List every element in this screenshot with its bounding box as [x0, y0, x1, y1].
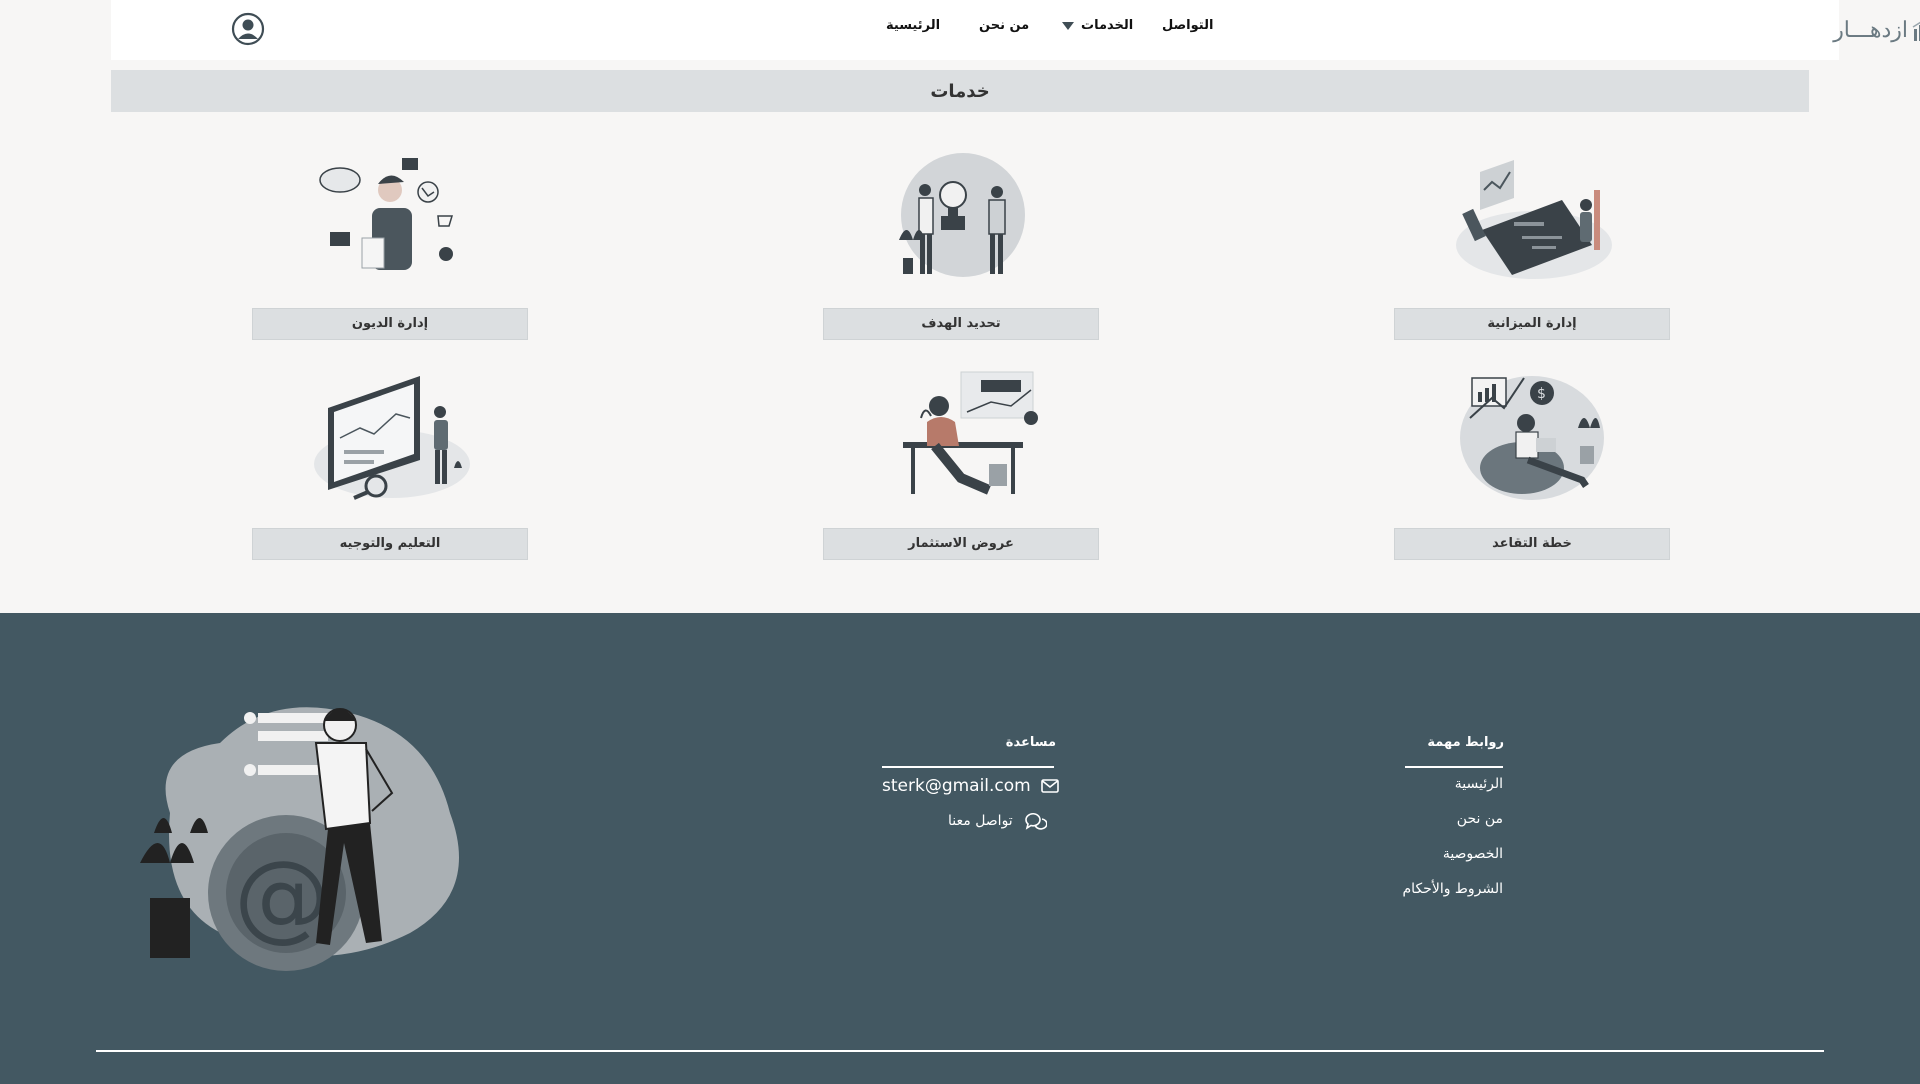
footer-link-about[interactable]: من نحن [1457, 811, 1503, 827]
service-label-debt: إدارة الديون [252, 308, 528, 340]
debt-illustration-icon [319, 158, 454, 270]
page-footer: @ روابط مهمة الرئيسية من نحن الخصوصية ال… [0, 613, 1920, 1084]
footer-contact-us-text: تواصل معنا [948, 813, 1013, 829]
service-card-debt[interactable]: إدارة الديون [252, 150, 528, 342]
svg-text:@: @ [234, 840, 330, 952]
education-illustration-icon [314, 376, 470, 500]
service-label-education: التعليم والتوجيه [252, 528, 528, 560]
help-column-title: مساعدة [1005, 735, 1056, 750]
links-column-title: روابط مهمة [1427, 735, 1504, 750]
nav-services-dropdown[interactable]: الخدمات [1061, 18, 1133, 33]
budget-illustration-icon [1456, 160, 1612, 279]
chat-bubbles-icon [1024, 812, 1047, 830]
footer-link-terms[interactable]: الشروط والأحكام [1403, 881, 1503, 897]
nav-home[interactable]: الرئيسية [886, 18, 940, 33]
service-card-budget[interactable]: إدارة الميزانية [1394, 150, 1670, 342]
bar-chart-logo-icon [1912, 21, 1920, 41]
help-column-divider [882, 766, 1054, 768]
footer-email-link[interactable]: sterk@gmail.com [882, 776, 1059, 796]
service-label-budget: إدارة الميزانية [1394, 308, 1670, 340]
nav-contact[interactable]: التواصل [1162, 18, 1213, 33]
svg-text:$: $ [1537, 386, 1546, 402]
goal-setting-illustration-icon [899, 153, 1025, 277]
footer-link-privacy[interactable]: الخصوصية [1443, 846, 1503, 862]
footer-link-home[interactable]: الرئيسية [1455, 776, 1503, 792]
nav-services-label: الخدمات [1081, 18, 1134, 33]
page-title: خدمات [930, 80, 990, 102]
service-card-investment[interactable]: عروض الاستثمار [823, 368, 1099, 560]
logo-text: ازدهـــار [1833, 17, 1908, 43]
nav-about[interactable]: من نحن [979, 18, 1029, 33]
email-contact-illustration-icon: @ [140, 707, 460, 971]
caret-down-icon [1062, 21, 1074, 30]
service-card-retirement[interactable]: $ خطة التقاعد [1394, 368, 1670, 560]
service-card-education[interactable]: التعليم والتوجيه [252, 368, 528, 560]
service-label-goal: تحديد الهدف [823, 308, 1099, 340]
brand-logo[interactable]: ازدهـــار [1826, 10, 1920, 50]
footer-email-text: sterk@gmail.com [882, 776, 1031, 796]
user-account-button[interactable] [231, 12, 265, 46]
footer-contact-us-link[interactable]: تواصل معنا [948, 811, 1047, 831]
retirement-illustration-icon: $ [1460, 376, 1604, 500]
user-circle-icon [231, 12, 265, 46]
service-label-investment: عروض الاستثمار [823, 528, 1099, 560]
investment-illustration-icon [903, 371, 1038, 495]
envelope-icon [1040, 779, 1059, 793]
service-card-goal[interactable]: تحديد الهدف [823, 150, 1099, 342]
top-navbar: الرئيسية من نحن الخدمات التواصل ازدهـــا… [111, 0, 1920, 60]
section-title-bar: خدمات [111, 70, 1809, 112]
service-label-retirement: خطة التقاعد [1394, 528, 1670, 560]
footer-bottom-divider [96, 1050, 1824, 1052]
links-column-divider [1405, 766, 1503, 768]
